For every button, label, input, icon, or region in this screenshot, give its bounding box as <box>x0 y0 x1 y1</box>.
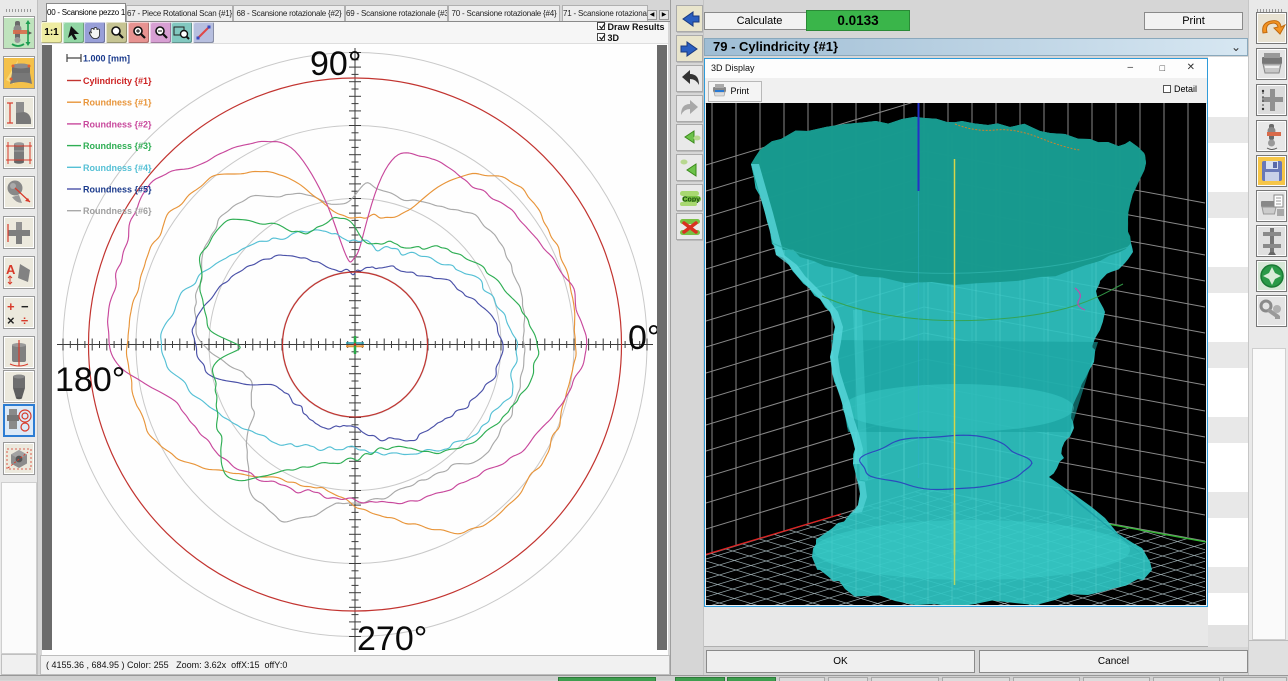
svg-text:1.000 [mm]: 1.000 [mm] <box>83 54 130 64</box>
svg-text:+: + <box>7 299 15 314</box>
svg-text:0°: 0° <box>628 319 657 357</box>
svg-text:Roundness {#5}: Roundness {#5} <box>83 185 152 195</box>
svg-text:−: − <box>21 299 29 314</box>
svg-text:A: A <box>6 262 16 277</box>
svg-text:÷: ÷ <box>21 313 28 328</box>
svg-text:Cylindricity {#1}: Cylindricity {#1} <box>83 76 152 86</box>
svg-text:×: × <box>7 313 15 328</box>
svg-text:Roundness {#1}: Roundness {#1} <box>83 98 152 108</box>
svg-text:270°: 270° <box>357 620 427 655</box>
svg-text:90°: 90° <box>310 45 361 83</box>
svg-text:Roundness {#6}: Roundness {#6} <box>83 206 152 216</box>
svg-text:Roundness {#2}: Roundness {#2} <box>83 119 152 129</box>
svg-text:180°: 180° <box>55 361 125 399</box>
svg-text:Roundness {#4}: Roundness {#4} <box>83 163 152 173</box>
svg-text:Roundness {#3}: Roundness {#3} <box>83 141 152 151</box>
